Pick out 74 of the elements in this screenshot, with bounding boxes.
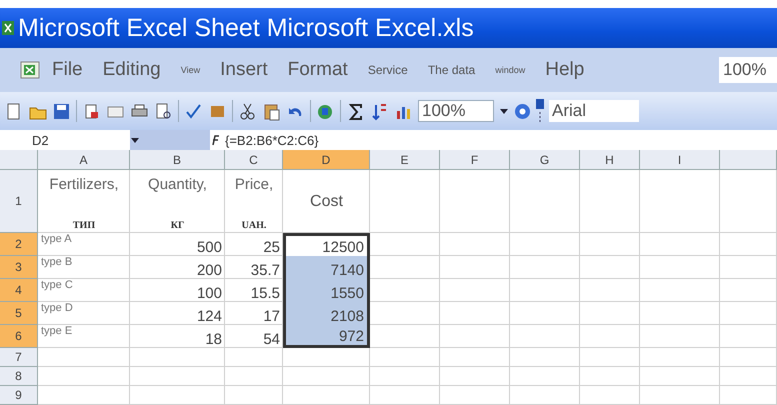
toolbar-grip-icon[interactable] bbox=[536, 99, 544, 123]
table-cell-text: 124 bbox=[196, 307, 223, 325]
unit-label: КГ bbox=[170, 220, 184, 231]
save-icon[interactable] bbox=[52, 102, 71, 120]
table-cell-text: 35.7 bbox=[250, 261, 281, 279]
column-header[interactable]: A bbox=[38, 150, 130, 170]
table-cell: 1550 bbox=[283, 279, 370, 302]
table-cell: 7140 bbox=[283, 256, 370, 279]
row-header[interactable]: 3 bbox=[0, 256, 38, 279]
menu-item[interactable]: Service bbox=[358, 63, 418, 77]
row-header[interactable]: 2 bbox=[0, 233, 38, 256]
menu-item[interactable]: The data bbox=[418, 63, 486, 77]
column-header[interactable]: I bbox=[640, 150, 720, 170]
table-cell-text: 54 bbox=[262, 330, 281, 348]
window-title: Microsoft Excel Sheet Microsoft Excel.xls bbox=[18, 14, 474, 42]
table-cell-text: 200 bbox=[196, 261, 223, 279]
row-header[interactable]: 7 bbox=[0, 348, 38, 367]
header-label: Fertilizers, bbox=[49, 176, 119, 193]
menu-item[interactable]: Insert bbox=[210, 59, 278, 81]
paste-icon[interactable] bbox=[262, 102, 281, 120]
column-header[interactable]: G bbox=[510, 150, 580, 170]
row-header[interactable]: 4 bbox=[0, 279, 38, 302]
unit-label: UAH. bbox=[242, 220, 266, 231]
table-cell-text: 15.5 bbox=[250, 284, 281, 302]
menu-item[interactable]: window bbox=[485, 65, 536, 75]
table-cell: 972 bbox=[283, 325, 370, 348]
table-cell-text: type D bbox=[40, 302, 74, 316]
menu-item[interactable]: View bbox=[170, 65, 210, 75]
font-dropdown[interactable]: Arial bbox=[549, 100, 639, 122]
table-cell-text: 17 bbox=[262, 307, 281, 325]
dropdown-arrow-icon[interactable] bbox=[130, 136, 140, 144]
table-cell: 12500 bbox=[283, 233, 370, 256]
sigma-icon[interactable] bbox=[346, 102, 365, 120]
header-label: Price, bbox=[234, 176, 274, 193]
menu-item[interactable]: File bbox=[42, 59, 93, 81]
table-cell-text: 500 bbox=[196, 238, 223, 256]
cut-icon[interactable] bbox=[238, 102, 257, 120]
dropdown-arrow-icon[interactable] bbox=[499, 107, 509, 115]
table-cell-text: type A bbox=[40, 233, 73, 247]
table-cell-text: type B bbox=[40, 256, 74, 270]
name-box[interactable]: D2 bbox=[0, 130, 130, 150]
spreadsheet-icon bbox=[2, 21, 14, 35]
print-preview-icon[interactable] bbox=[154, 102, 173, 120]
spreadsheet-icon[interactable] bbox=[20, 60, 42, 80]
menu-item[interactable]: Help bbox=[535, 59, 594, 81]
row-header[interactable]: 6 bbox=[0, 325, 38, 348]
row-header[interactable]: 1 bbox=[0, 170, 38, 233]
row-header[interactable]: 5 bbox=[0, 302, 38, 325]
column-header[interactable]: H bbox=[580, 150, 640, 170]
table-cell-text: 25 bbox=[262, 238, 281, 256]
sort-ascending-icon[interactable] bbox=[370, 102, 389, 120]
function-icon[interactable] bbox=[210, 134, 222, 146]
spelling-check-icon[interactable] bbox=[184, 102, 203, 120]
table-cell-text: type C bbox=[40, 279, 74, 293]
header-label: Quantity, bbox=[148, 176, 207, 193]
table-cell-text: type E bbox=[40, 325, 74, 339]
formula-field[interactable]: {=B2:B6*C2:C6} bbox=[225, 132, 319, 148]
zoom-dropdown[interactable]: 100% bbox=[418, 100, 494, 122]
unit-label: ТИП bbox=[72, 220, 96, 231]
menu-item[interactable]: Editing bbox=[92, 59, 171, 81]
table-cell: 2108 bbox=[283, 302, 370, 325]
column-header[interactable]: E bbox=[370, 150, 440, 170]
row-header[interactable]: 8 bbox=[0, 367, 38, 386]
table-cell-text: 18 bbox=[204, 330, 223, 348]
column-header[interactable]: F bbox=[440, 150, 510, 170]
column-header[interactable]: B bbox=[130, 150, 225, 170]
question-field[interactable]: 100% bbox=[719, 57, 777, 83]
column-header[interactable]: C bbox=[225, 150, 283, 170]
help-icon[interactable] bbox=[514, 102, 531, 120]
column-header[interactable]: D bbox=[283, 150, 370, 170]
table-cell-text: 100 bbox=[196, 284, 223, 302]
row-header[interactable]: 9 bbox=[0, 386, 38, 405]
menu-item[interactable]: Format bbox=[278, 59, 358, 81]
table-cell-text: Cost bbox=[309, 192, 344, 212]
